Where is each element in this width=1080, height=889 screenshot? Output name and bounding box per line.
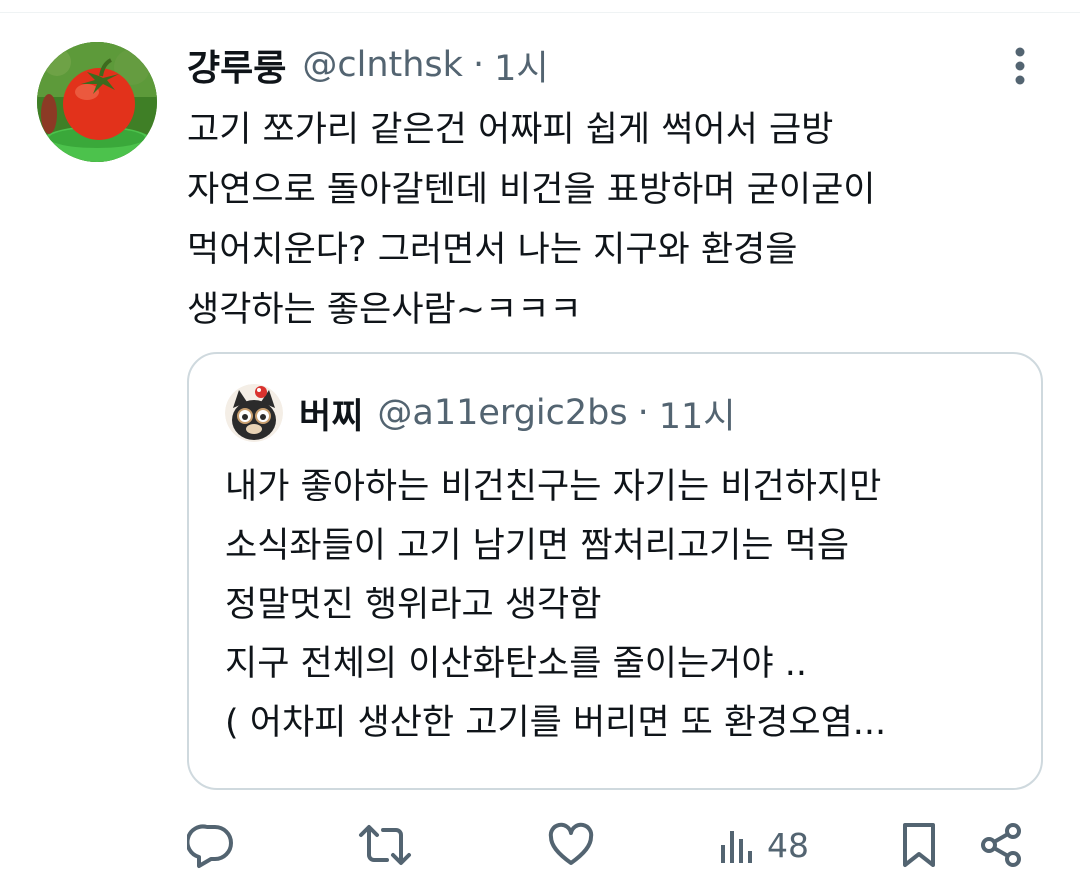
views-count: 48 — [767, 825, 809, 865]
more-options-button[interactable] — [1002, 44, 1038, 88]
action-bar: 48 — [187, 815, 1037, 875]
tomato-avatar-image — [37, 42, 157, 162]
tweet-time[interactable]: 1시 — [494, 40, 548, 91]
reply-icon — [187, 824, 233, 868]
display-name[interactable]: 걍루룽 — [187, 39, 286, 91]
top-divider — [0, 12, 1080, 13]
quoted-tweet-header: 버찌 @a11ergic2bs · 11시 — [299, 388, 736, 438]
heart-icon — [548, 822, 594, 865]
quoted-user-handle[interactable]: @a11ergic2bs — [377, 393, 627, 433]
tomato-avatar[interactable] — [37, 42, 157, 162]
quoted-text-line: 소식좌들이 고기 남기면 짬처리고기는 먹음 — [225, 526, 850, 566]
views-button[interactable]: 48 — [717, 815, 809, 875]
retweet-icon — [359, 825, 411, 865]
quoted-text-line: 지구 전체의 이산화탄소를 줄이는거야 .. — [225, 644, 807, 684]
reply-button[interactable] — [187, 815, 235, 875]
tweet-text-line: 먹어치운다? 그러면서 나는 지구와 환경을 — [187, 230, 798, 270]
tweet-text: 고기 쪼가리 같은건 어짜피 쉽게 썩어서 금방 자연으로 돌아갈텐데 비건을 … — [187, 100, 1047, 340]
cat-cartoon-avatar[interactable] — [225, 384, 283, 442]
bookmark-button[interactable] — [899, 815, 939, 875]
tweet-text-line: 생각하는 좋은사람~ㅋㅋㅋ — [187, 290, 582, 330]
tweet-text-line: 고기 쪼가리 같은건 어짜피 쉽게 썩어서 금방 — [187, 110, 834, 150]
like-button[interactable] — [547, 815, 595, 875]
separator-dot: · — [637, 393, 649, 433]
tweet-text-line: 자연으로 돌아갈텐데 비건을 표방하며 굳이굳이 — [187, 170, 876, 210]
more-vertical-icon — [1015, 47, 1025, 85]
separator-dot: · — [472, 45, 485, 85]
quoted-text-line: 내가 좋아하는 비건친구는 자기는 비건하지만 — [225, 467, 882, 507]
retweet-button[interactable] — [357, 815, 413, 875]
share-button[interactable] — [979, 815, 1023, 875]
quoted-display-name[interactable]: 버찌 — [299, 388, 363, 439]
bookmark-icon — [903, 823, 935, 867]
tweet-header: 걍루룽 @clnthsk · 1시 — [187, 40, 549, 90]
user-handle[interactable]: @clnthsk — [302, 45, 463, 85]
quoted-tweet-text: 내가 좋아하는 비건친구는 자기는 비건하지만 소식좌들이 고기 남기면 짬처리… — [225, 458, 1015, 753]
share-icon — [981, 823, 1021, 867]
quoted-tweet-time[interactable]: 11시 — [659, 388, 736, 439]
cat-avatar-image — [225, 384, 283, 442]
quoted-tweet[interactable]: 버찌 @a11ergic2bs · 11시 내가 좋아하는 비건친구는 자기는 … — [187, 352, 1043, 790]
quoted-text-line: 정말멋진 행위라고 생각함 — [225, 585, 602, 625]
views-icon — [721, 831, 752, 863]
quoted-text-line: ( 어차피 생산한 고기를 버리면 또 환경오염... — [225, 703, 887, 743]
